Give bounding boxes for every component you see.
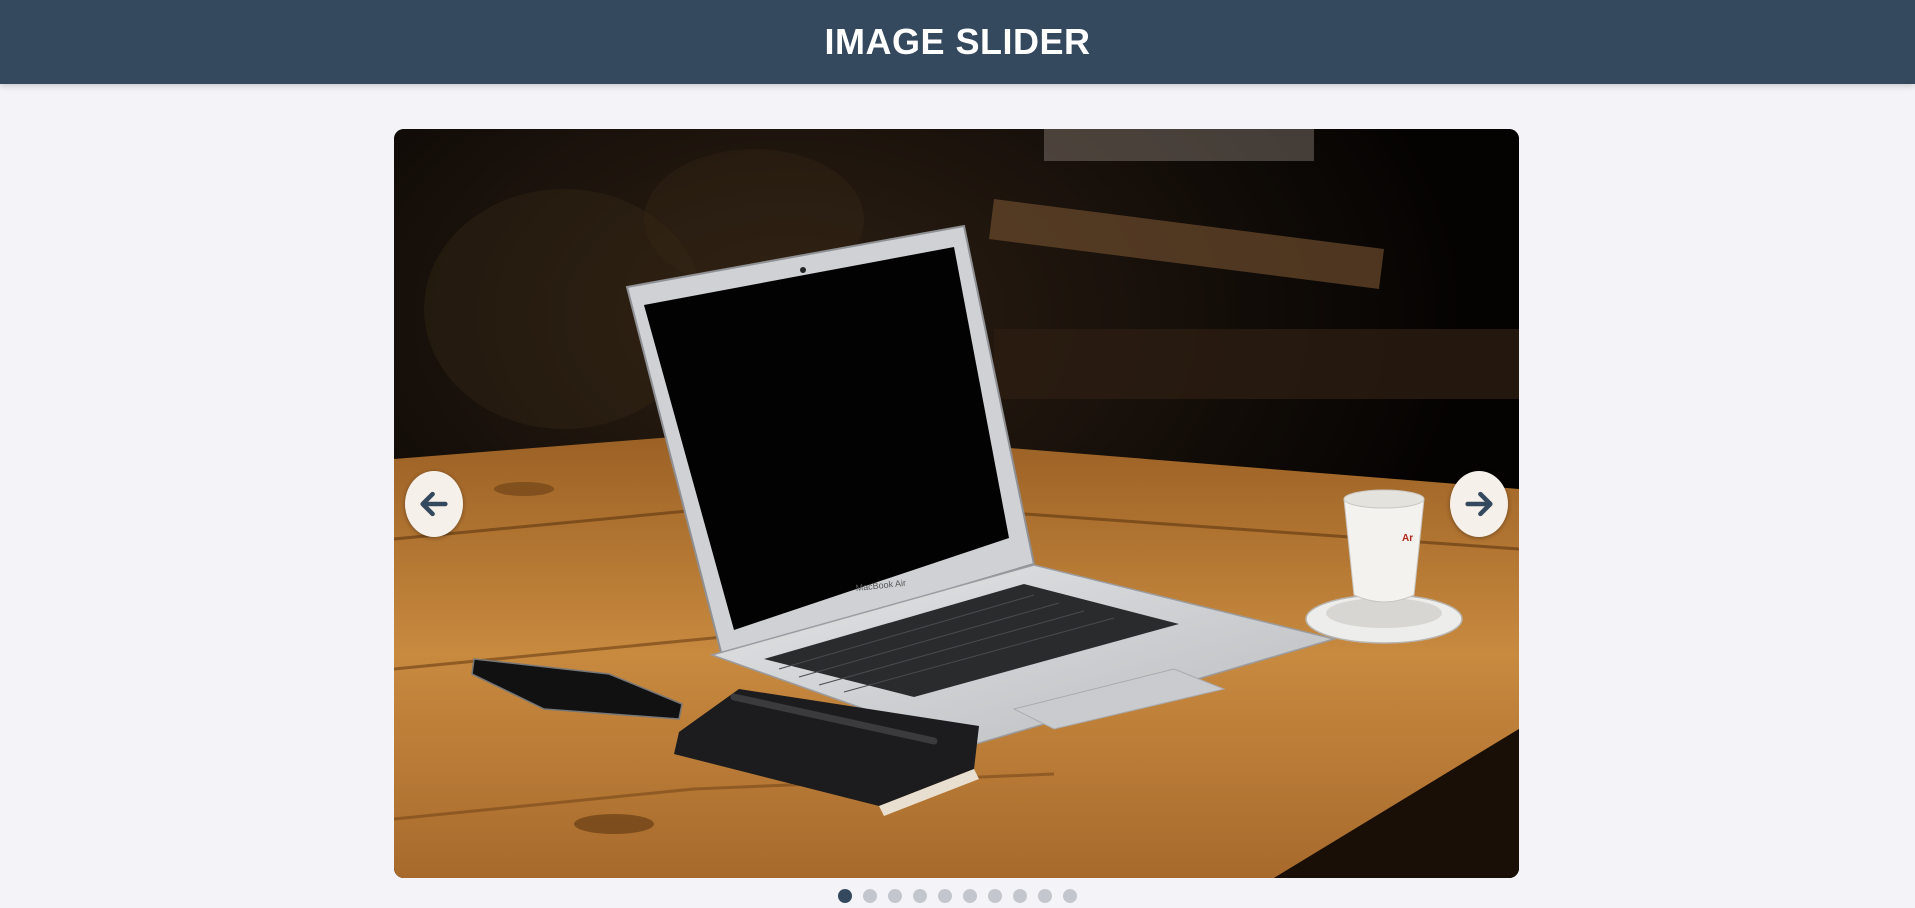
slide-dot-9[interactable] — [1038, 889, 1052, 903]
image-slider: MacBook Air Ar — [394, 129, 1519, 878]
slide-dot-1[interactable] — [838, 889, 852, 903]
arrow-right-icon — [1465, 491, 1493, 517]
slide-dot-7[interactable] — [988, 889, 1002, 903]
slide-dot-4[interactable] — [913, 889, 927, 903]
slide-indicators — [838, 889, 1077, 903]
slide-dot-2[interactable] — [863, 889, 877, 903]
slide-dot-5[interactable] — [938, 889, 952, 903]
slide-dot-8[interactable] — [1013, 889, 1027, 903]
next-slide-button[interactable] — [1450, 471, 1508, 537]
page-title: IMAGE SLIDER — [824, 21, 1091, 62]
slide-dot-10[interactable] — [1063, 889, 1077, 903]
slide-image: MacBook Air Ar — [394, 129, 1519, 878]
svg-text:Ar: Ar — [1402, 533, 1413, 544]
app-header: IMAGE SLIDER — [0, 0, 1915, 84]
slide-dot-6[interactable] — [963, 889, 977, 903]
arrow-left-icon — [420, 491, 448, 517]
slide-dot-3[interactable] — [888, 889, 902, 903]
prev-slide-button[interactable] — [405, 471, 463, 537]
